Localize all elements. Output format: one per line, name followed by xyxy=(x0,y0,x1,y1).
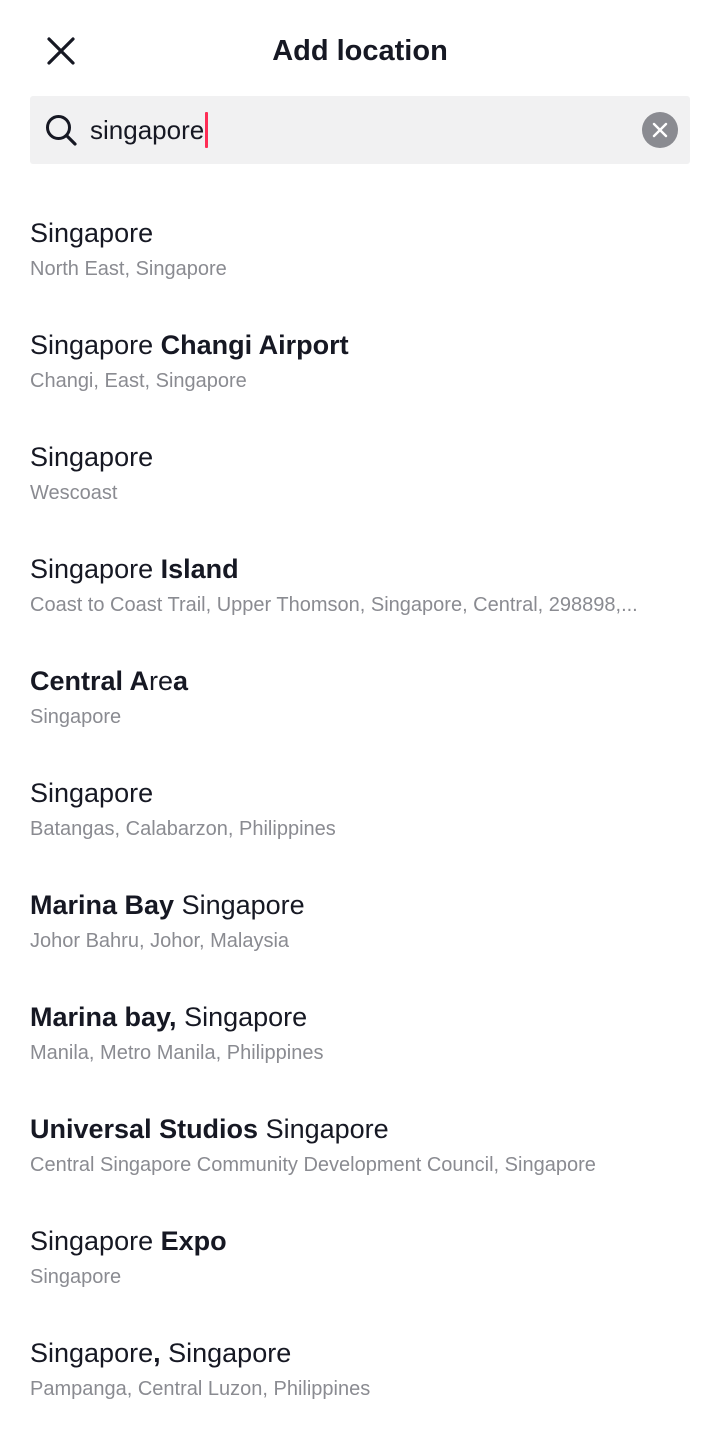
location-subtitle: Central Singapore Community Development … xyxy=(30,1154,596,1176)
location-subtitle: Wescoast xyxy=(30,482,118,504)
search-input[interactable]: singapore xyxy=(90,110,209,150)
location-name: Singapore Expo xyxy=(30,1222,227,1260)
location-name-match: Marina bay, xyxy=(30,1002,177,1032)
location-name: Singapore, Singapore xyxy=(30,1334,291,1372)
location-name: Singapore Island xyxy=(30,550,239,588)
location-result-item[interactable]: Singapore Changi Airport Changi, East, Si… xyxy=(0,312,720,424)
location-result-item[interactable]: Singapore Expo Singapore xyxy=(0,1208,720,1320)
location-subtitle: North East, Singapore xyxy=(30,258,227,280)
location-name: Singapore xyxy=(30,214,153,252)
location-name: Singapore xyxy=(30,774,153,812)
location-name-match: Changi Airport xyxy=(160,330,349,360)
location-name-text: Singapore xyxy=(30,554,161,584)
location-name-text: re xyxy=(149,666,174,696)
location-result-item[interactable]: Central Area Singapore xyxy=(0,648,720,760)
location-name: Marina bay, Singapore xyxy=(30,998,307,1036)
location-name-match: , xyxy=(153,1338,161,1368)
results-list: Singapore North East, Singapore Singapore … xyxy=(0,200,720,1432)
location-subtitle: Manila, Metro Manila, Philippines xyxy=(30,1042,324,1064)
location-name-text: Singapore xyxy=(30,442,154,472)
location-name: Singapore xyxy=(30,438,153,476)
location-subtitle: Batangas, Calabarzon, Philippines xyxy=(30,818,336,840)
location-name-text: Singapore xyxy=(30,218,154,248)
location-subtitle: Singapore xyxy=(30,1266,122,1288)
location-name-match: Island xyxy=(160,554,239,584)
location-result-item[interactable]: Singapore North East, Singapore xyxy=(0,200,720,312)
location-subtitle: Changi, East, Singapore xyxy=(30,370,247,392)
location-name-text: Singapore xyxy=(176,1002,308,1032)
location-result-item[interactable]: Marina Bay Singapore Johor Bahru, Johor, … xyxy=(0,872,720,984)
location-subtitle: Coast to Coast Trail, Upper Thomson, Sin… xyxy=(30,594,638,616)
search-bar[interactable]: singapore xyxy=(30,96,690,164)
location-name-text: Singapore xyxy=(160,1338,292,1368)
location-result-item[interactable]: Marina bay, Singapore Manila, Metro Manil… xyxy=(0,984,720,1096)
location-name-match: Expo xyxy=(160,1226,227,1256)
location-name: Universal Studios Singapore xyxy=(30,1110,389,1148)
search-input-value: singapore xyxy=(90,115,205,145)
header: Add location xyxy=(0,0,720,96)
location-name-text: Singapore xyxy=(30,1338,154,1368)
location-result-item[interactable]: Singapore Batangas, Calabarzon, Philippin… xyxy=(0,760,720,872)
location-name-text: Singapore xyxy=(30,330,161,360)
location-name: Singapore Changi Airport xyxy=(30,326,349,364)
location-result-item[interactable]: Universal Studios Singapore Central Singa… xyxy=(0,1096,720,1208)
location-name-match: Marina Bay xyxy=(30,890,175,920)
location-subtitle: Johor Bahru, Johor, Malaysia xyxy=(30,930,290,952)
location-name: Central Area xyxy=(30,662,188,700)
location-name-match: Universal Studios xyxy=(30,1114,259,1144)
page-title: Add location xyxy=(272,35,448,67)
location-result-item[interactable]: Singapore Wescoast xyxy=(0,424,720,536)
location-name-text: Singapore xyxy=(258,1114,389,1144)
location-subtitle: Singapore xyxy=(30,706,122,728)
location-result-item[interactable]: Singapore, Singapore Pampanga, Central Lu… xyxy=(0,1320,720,1432)
location-result-item[interactable]: Singapore Island Coast to Coast Trail, Up… xyxy=(0,536,720,648)
location-name-text: Singapore xyxy=(30,1226,161,1256)
location-name-match: Central A xyxy=(30,666,150,696)
location-subtitle: Pampanga, Central Luzon, Philippines xyxy=(30,1378,371,1400)
clear-circle-icon xyxy=(652,122,668,138)
location-name: Marina Bay Singapore xyxy=(30,886,305,924)
location-name-match: a xyxy=(173,666,189,696)
search-icon xyxy=(46,115,77,146)
location-name-text: Singapore xyxy=(30,778,154,808)
location-name-text: Singapore xyxy=(174,890,305,920)
text-caret xyxy=(205,112,209,148)
clear-search-button[interactable] xyxy=(642,112,678,148)
